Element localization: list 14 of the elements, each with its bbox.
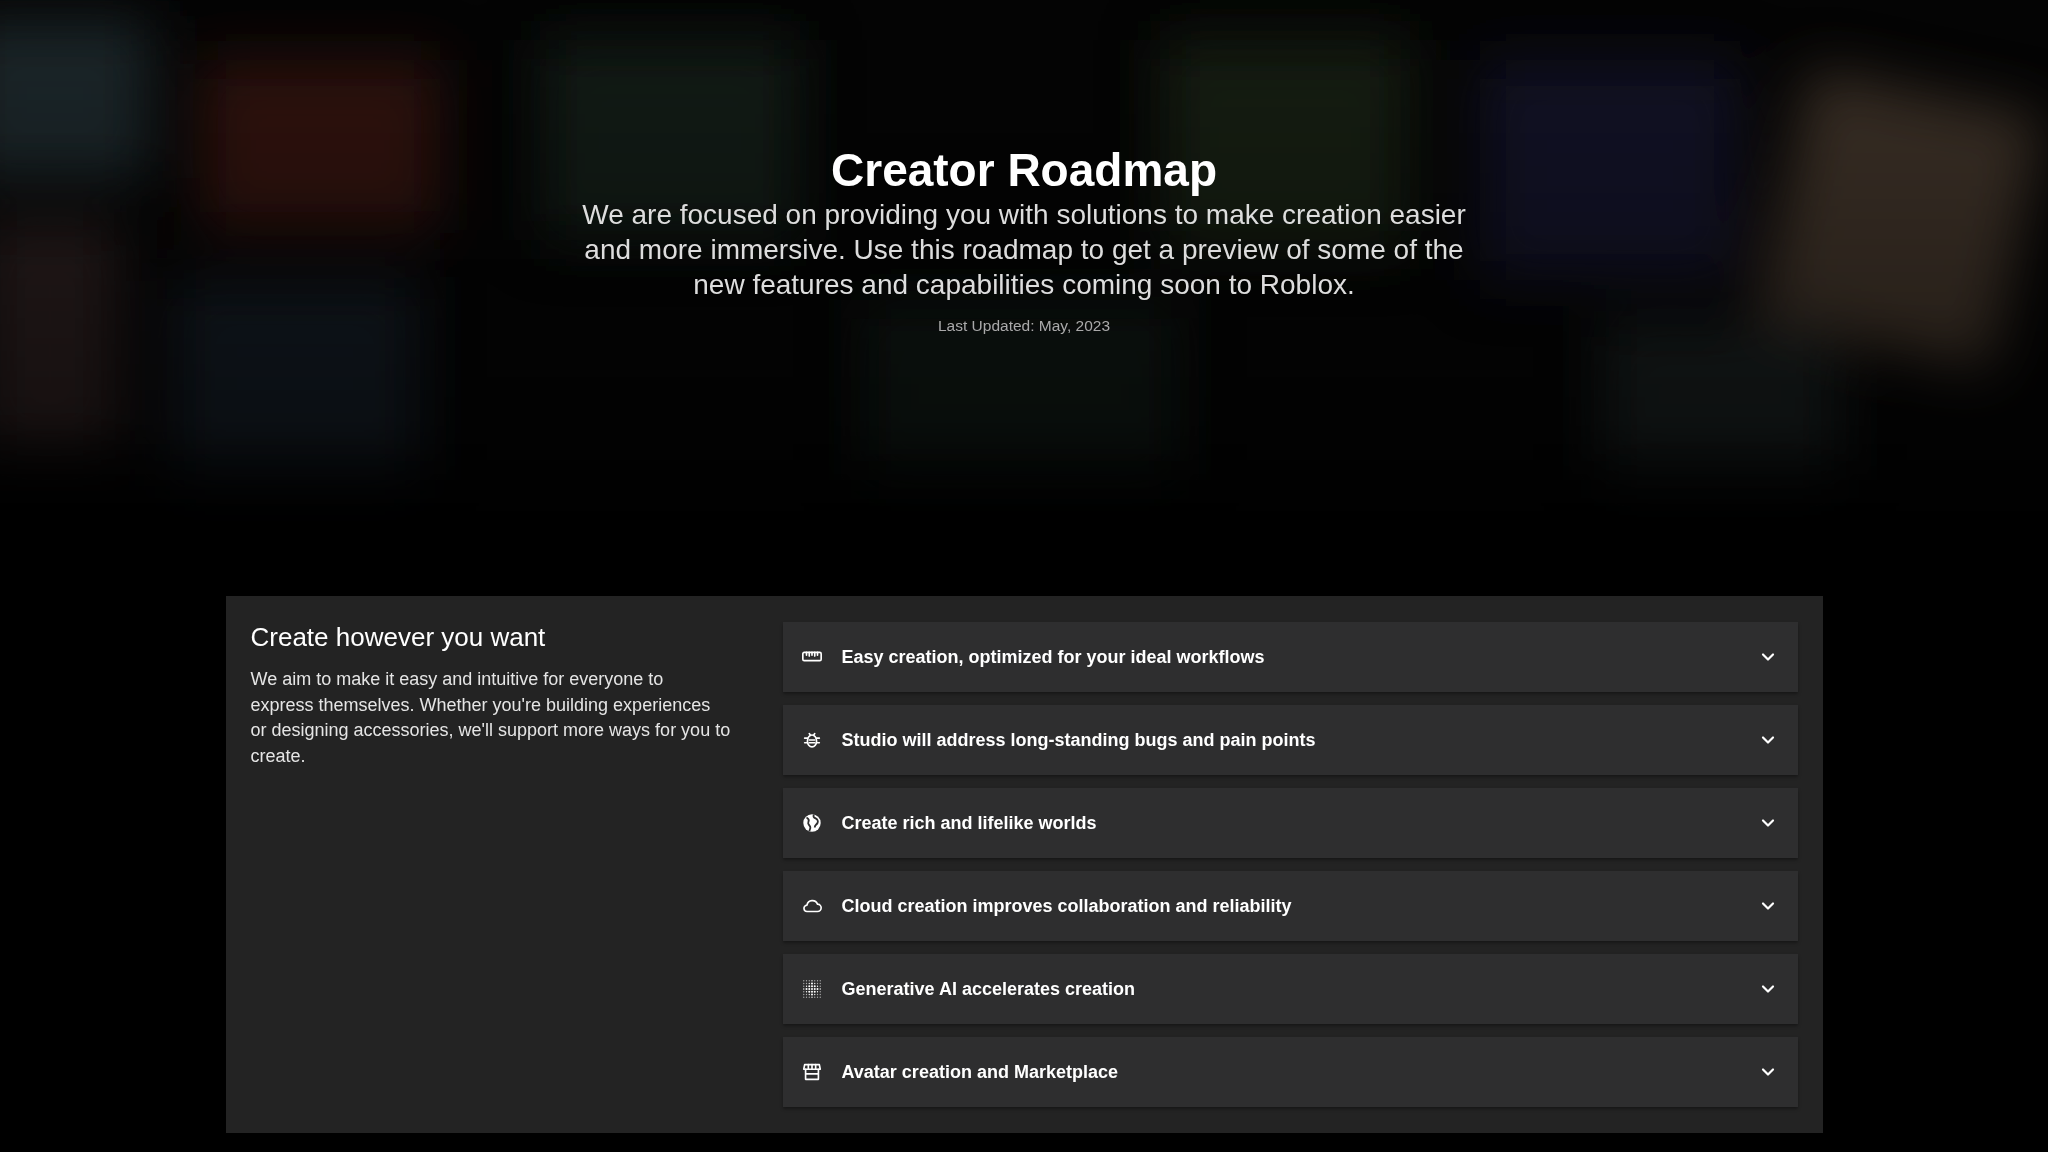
accordion-item[interactable]: Studio will address long-standing bugs and pain points	[782, 705, 1798, 775]
last-updated-text: Last Updated: May, 2023	[937, 315, 1110, 336]
page-subtitle: We are focused on providing you with solutions to make creation easier and more immersive. Use this roadmap to get a preview of some of the new features and capabilities coming soon to Roblox.	[581, 197, 1467, 302]
section-heading: Create however you want	[250, 622, 547, 654]
dot-grid-icon	[800, 978, 823, 1000]
accordion-item[interactable]: Create rich and lifelike worlds	[782, 788, 1798, 858]
accordion-item[interactable]: Easy creation, optimized for your ideal workflows	[782, 622, 1798, 692]
storefront-icon	[800, 1061, 823, 1083]
accordion-item[interactable]: Avatar creation and Marketplace	[782, 1037, 1798, 1107]
accordion-item[interactable]: Generative AI accelerates creation	[782, 954, 1798, 1024]
accordion-item[interactable]: Cloud creation improves collaboration and reliability	[782, 871, 1798, 941]
section-description: We aim to make it easy and intuitive for everyone to express themselves. Whether you're building experiences or designing accessories, we'll support more ways for you to create.	[250, 668, 731, 768]
page-title: Creator Roadmap	[831, 144, 1217, 197]
globe-icon	[800, 812, 823, 834]
